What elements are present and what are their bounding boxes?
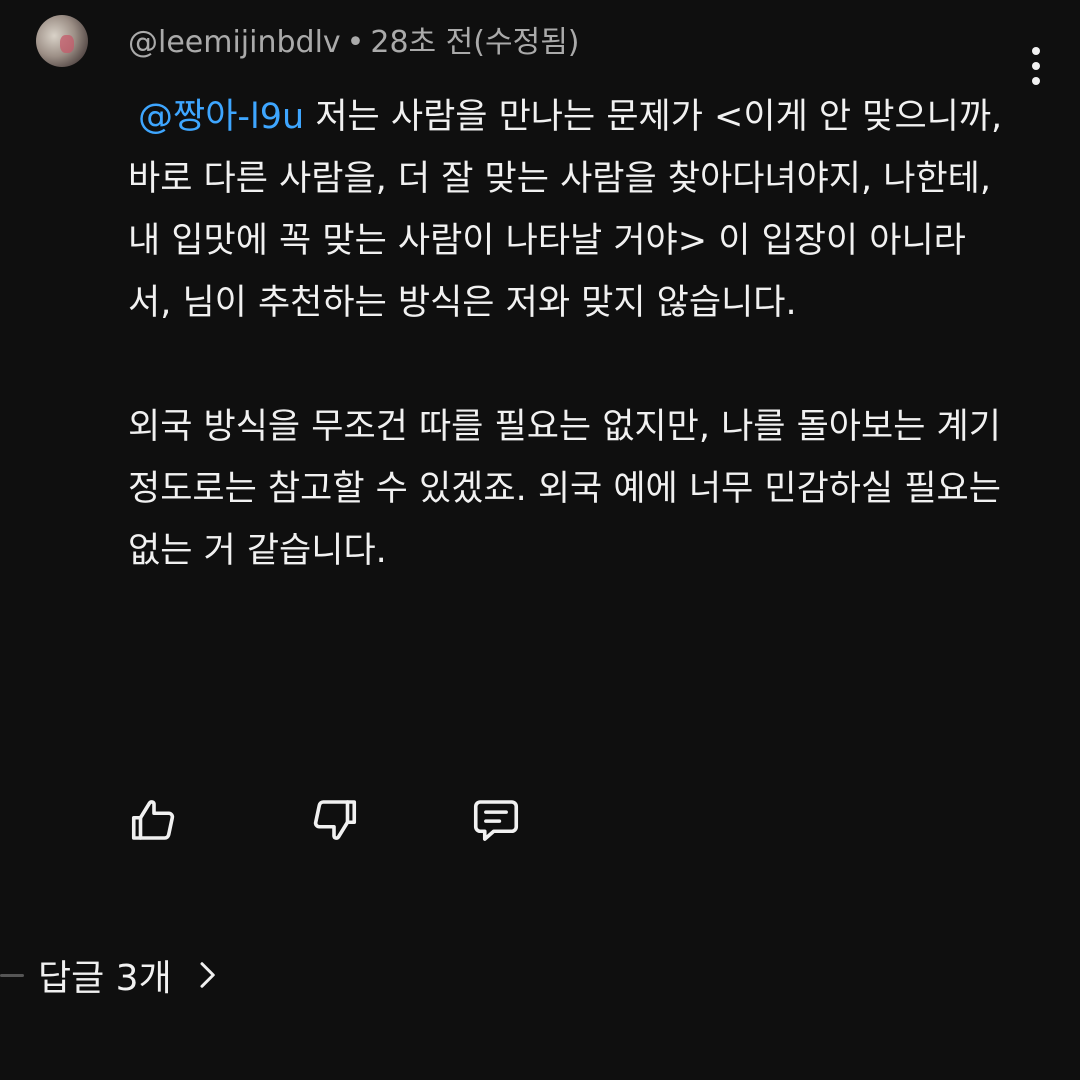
- meta-separator: •: [346, 25, 365, 60]
- replies-count-label: 답글 3개: [38, 958, 172, 999]
- reply-thread-line: [0, 973, 24, 977]
- more-options-icon-dot-1: [1032, 47, 1040, 55]
- more-options-button[interactable]: [1012, 40, 1060, 92]
- chevron-right-icon: [200, 962, 215, 988]
- author-avatar[interactable]: [36, 15, 88, 67]
- dislike-button[interactable]: [304, 790, 364, 850]
- reply-button[interactable]: [466, 790, 526, 850]
- like-button[interactable]: [124, 790, 184, 850]
- author-handle[interactable]: @leemijinbdlv: [128, 25, 341, 60]
- more-options-icon-dot-2: [1032, 62, 1040, 70]
- comment-timestamp: 28초 전(수정됨): [370, 25, 580, 60]
- comment-body: @짱아-l9u 저는 사람을 만나는 문제가 <이게 안 맞으니까, 바로 다른…: [128, 86, 1008, 582]
- view-replies-button[interactable]: 답글 3개: [0, 945, 222, 1005]
- comment-paragraph-2: 외국 방식을 무조건 따를 필요는 없지만, 나를 돌아보는 계기 정도로는 참…: [128, 407, 1001, 571]
- more-options-icon-dot-3: [1032, 77, 1040, 85]
- mention-link[interactable]: @짱아-l9u: [138, 97, 304, 137]
- thumbs-down-icon: [313, 800, 357, 840]
- thumbs-up-icon: [131, 800, 175, 840]
- comment-paragraph-1: @짱아-l9u 저는 사람을 만나는 문제가 <이게 안 맞으니까, 바로 다른…: [128, 86, 1008, 334]
- comment-meta: @leemijinbdlv • 28초 전(수정됨): [128, 22, 580, 64]
- reply-comment-icon: [473, 800, 519, 841]
